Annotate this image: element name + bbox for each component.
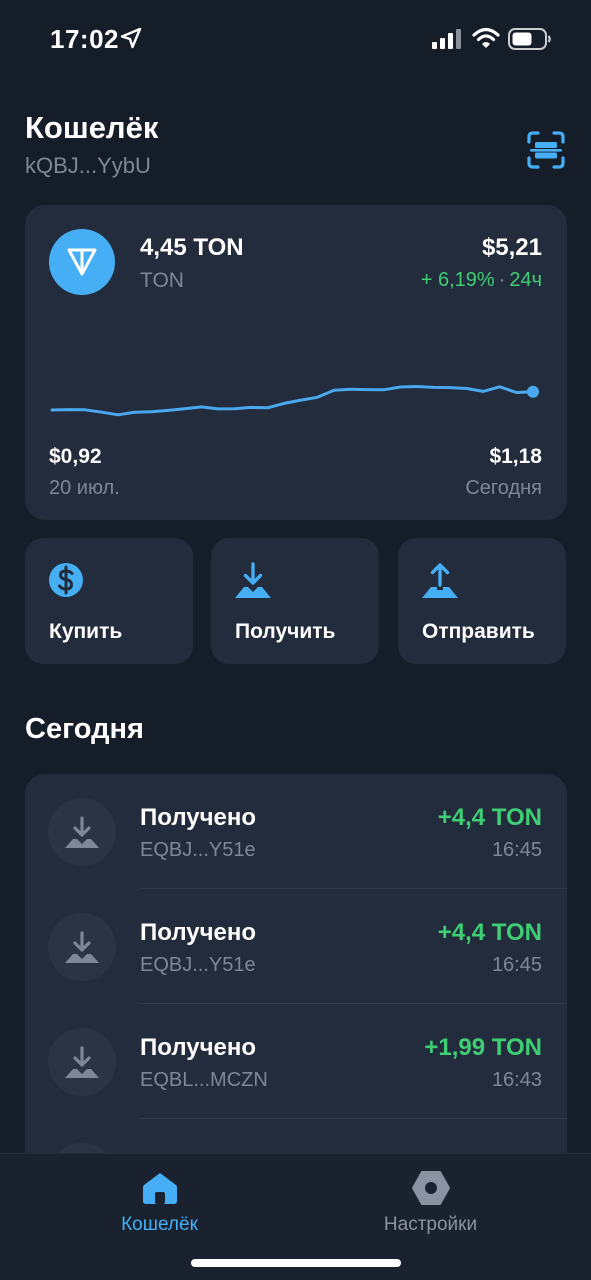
change-period: 24ч bbox=[509, 269, 542, 291]
wallet-address[interactable]: kQBJ...YybU bbox=[25, 153, 151, 179]
ton-balance: 4,45 TON bbox=[140, 234, 244, 261]
receive-label: Получить bbox=[235, 620, 336, 643]
change-separator: · bbox=[498, 269, 506, 291]
price-line bbox=[50, 385, 535, 417]
transaction-icon bbox=[48, 1028, 116, 1096]
page-title: Кошелёк bbox=[25, 110, 159, 145]
price-change: + 6,19% · 24ч bbox=[421, 269, 542, 292]
home-icon bbox=[142, 1173, 177, 1204]
transaction-title: Получено bbox=[140, 919, 257, 946]
transaction-time: 16:43 bbox=[491, 1069, 542, 1091]
scan-qr-icon[interactable] bbox=[526, 130, 566, 170]
receive-arrow-icon bbox=[65, 816, 99, 848]
receive-arrow-icon bbox=[235, 562, 271, 598]
transaction-amount: +1,99 TON bbox=[424, 1034, 542, 1061]
section-title-today: Сегодня bbox=[25, 713, 144, 745]
tab-settings[interactable]: Настройки bbox=[283, 1154, 578, 1264]
status-time: 17:02 bbox=[50, 24, 119, 54]
chart-start-date: 20 июл. bbox=[49, 477, 120, 499]
transaction-time: 16:45 bbox=[491, 839, 542, 861]
battery-icon bbox=[508, 28, 551, 50]
transaction-amount: +4,4 TON bbox=[437, 919, 542, 946]
ton-diamond-icon bbox=[67, 248, 97, 276]
chart-end-price: $1,18 bbox=[489, 445, 542, 468]
change-percent: + 6,19% bbox=[420, 269, 495, 291]
transaction-address: EQBL...MCZN bbox=[140, 1069, 268, 1091]
dollar-icon bbox=[49, 563, 83, 597]
receive-button[interactable]: Получить bbox=[211, 538, 379, 664]
transaction-title: Получено bbox=[140, 1034, 257, 1061]
buy-label: Купить bbox=[49, 620, 123, 643]
tab-wallet[interactable]: Кошелёк bbox=[12, 1154, 307, 1264]
receive-arrow-icon bbox=[65, 1046, 99, 1078]
usd-value: $5,21 bbox=[481, 234, 542, 261]
transaction-title: Получено bbox=[140, 804, 257, 831]
transaction-address: EQBJ...Y51e bbox=[140, 954, 256, 976]
location-arrow-icon bbox=[120, 27, 142, 49]
balance-card[interactable]: 4,45 TON TON $5,21 + 6,19% · 24ч $0,92 20 … bbox=[25, 205, 567, 520]
home-indicator bbox=[191, 1259, 401, 1267]
transaction-row[interactable]: Получено EQBJ...Y51e +4,4 TON 16:45 bbox=[25, 889, 567, 1004]
wifi-icon bbox=[472, 27, 500, 48]
chart-start-price: $0,92 bbox=[49, 445, 102, 468]
transaction-amount: +4,4 TON bbox=[437, 804, 542, 831]
receive-arrow-icon bbox=[65, 931, 99, 963]
current-price-point bbox=[527, 385, 539, 398]
transactions-list: Получено EQBJ...Y51e +4,4 TON 16:45 Полу… bbox=[25, 774, 567, 1174]
tab-wallet-label: Кошелёк bbox=[121, 1214, 198, 1235]
chart-end-date: Сегодня bbox=[465, 477, 542, 499]
send-button[interactable]: Отправить bbox=[398, 538, 566, 664]
transaction-row[interactable]: Получено EQBJ...Y51e +4,4 TON 16:45 bbox=[25, 774, 567, 889]
settings-icon bbox=[411, 1171, 450, 1205]
transaction-row[interactable]: Получено EQBL...MCZN +1,99 TON 16:43 bbox=[25, 1004, 567, 1119]
transaction-icon bbox=[48, 798, 116, 866]
tab-settings-label: Настройки bbox=[383, 1214, 478, 1235]
status-bar: 17:02 bbox=[0, 0, 591, 80]
transaction-icon bbox=[48, 913, 116, 981]
price-chart bbox=[50, 385, 539, 417]
ton-logo bbox=[49, 229, 115, 295]
cellular-signal-icon bbox=[432, 29, 461, 49]
send-label: Отправить bbox=[422, 620, 535, 643]
transaction-address: EQBJ...Y51e bbox=[140, 839, 256, 861]
currency-label: TON bbox=[140, 269, 184, 292]
buy-button[interactable]: Купить bbox=[25, 538, 193, 664]
send-arrow-icon bbox=[422, 563, 458, 598]
transaction-time: 16:45 bbox=[491, 954, 542, 976]
